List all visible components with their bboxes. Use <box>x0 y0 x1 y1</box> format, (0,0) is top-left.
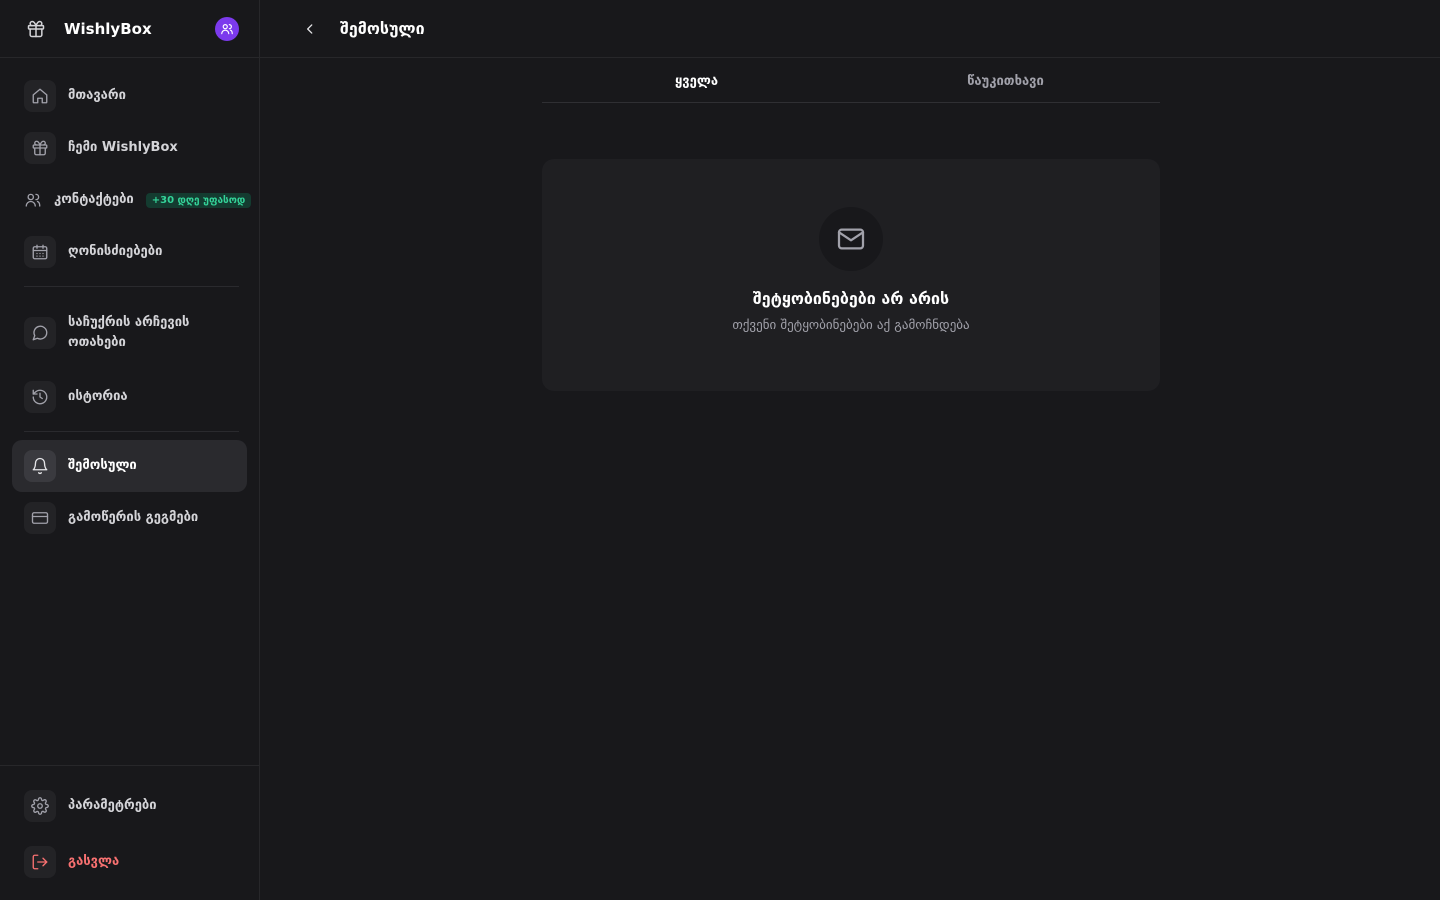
gift-logo-icon[interactable] <box>24 17 48 41</box>
sidebar-item-subscription-plans[interactable]: გამოწერის გეგმები <box>12 492 247 544</box>
empty-state-subtitle: თქვენი შეტყობინებები აქ გამოჩნდება <box>732 318 970 333</box>
chevron-left-icon <box>307 23 313 34</box>
sidebar-item-logout[interactable]: გასვლა <box>12 834 247 890</box>
sidebar-item-label: კონტაქტები <box>54 192 134 207</box>
sidebar-item-label: ისტორია <box>68 389 128 404</box>
sidebar-item-events[interactable]: ღონისძიებები <box>12 226 247 278</box>
empty-state-title: შეტყობინებები არ არის <box>752 289 950 308</box>
logout-icon <box>24 846 56 878</box>
main-panel: შემოსული ყველა წაუკითხავი შეტყობინებები … <box>260 0 1440 900</box>
sidebar-footer: პარამეტრები გასვლა <box>0 765 259 900</box>
sidebar-item-label: საჩუქრის არჩევის ოთახები <box>68 315 190 350</box>
user-avatar[interactable] <box>215 16 239 41</box>
sidebar-item-label: შემოსული <box>68 458 137 473</box>
mail-icon <box>819 207 883 271</box>
page-title: შემოსული <box>340 19 425 38</box>
sidebar-item-label: ჩემი WishlyBox <box>68 140 178 155</box>
sidebar-item-home[interactable]: მთავარი <box>12 70 247 122</box>
sidebar-item-settings[interactable]: პარამეტრები <box>12 778 247 834</box>
brand-header: WishlyBox <box>0 0 259 58</box>
sidebar-nav: მთავარი ჩემი WishlyBox კონტაქტები +30 დღ… <box>0 58 259 765</box>
sidebar-item-gift-rooms[interactable]: საჩუქრის არჩევის ოთახები <box>12 295 247 371</box>
users-icon <box>24 184 42 216</box>
inbox-tabs: ყველა წაუკითხავი <box>542 58 1160 103</box>
back-button[interactable] <box>300 19 320 39</box>
sidebar-item-inbox[interactable]: შემოსული <box>12 440 247 492</box>
tab-unread[interactable]: წაუკითხავი <box>851 58 1160 102</box>
sidebar-item-label: მთავარი <box>68 88 126 103</box>
app-root: WishlyBox მთავარი ჩემი WishlyBox კონტაქტ… <box>0 0 1440 900</box>
sidebar-item-history[interactable]: ისტორია <box>12 371 247 423</box>
card-icon <box>24 502 56 534</box>
brand-name[interactable]: WishlyBox <box>64 20 215 38</box>
sidebar-divider <box>24 286 239 287</box>
sidebar-item-label: ღონისძიებები <box>68 244 163 259</box>
bell-icon <box>24 450 56 482</box>
sidebar-divider <box>24 431 239 432</box>
empty-state-card: შეტყობინებები არ არის თქვენი შეტყობინებე… <box>542 159 1160 391</box>
gift-icon <box>24 132 56 164</box>
sidebar-item-label: გამოწერის გეგმები <box>68 510 199 525</box>
sidebar: WishlyBox მთავარი ჩემი WishlyBox კონტაქტ… <box>0 0 260 900</box>
history-icon <box>24 381 56 413</box>
users-avatar-icon <box>221 23 233 34</box>
tab-all[interactable]: ყველა <box>542 58 851 102</box>
calendar-icon <box>24 236 56 268</box>
sidebar-item-my-wishlybox[interactable]: ჩემი WishlyBox <box>12 122 247 174</box>
top-bar: შემოსული <box>260 0 1440 58</box>
home-icon <box>24 80 56 112</box>
sidebar-item-label: გასვლა <box>68 854 120 869</box>
inbox-content: ყველა წაუკითხავი შეტყობინებები არ არის თ… <box>542 58 1160 391</box>
free-trial-badge: +30 დღე უფასოდ <box>145 192 252 208</box>
sidebar-item-label: პარამეტრები <box>68 798 157 813</box>
gear-icon <box>24 790 56 822</box>
chat-icon <box>24 317 56 349</box>
sidebar-item-contacts[interactable]: კონტაქტები +30 დღე უფასოდ <box>12 174 252 226</box>
